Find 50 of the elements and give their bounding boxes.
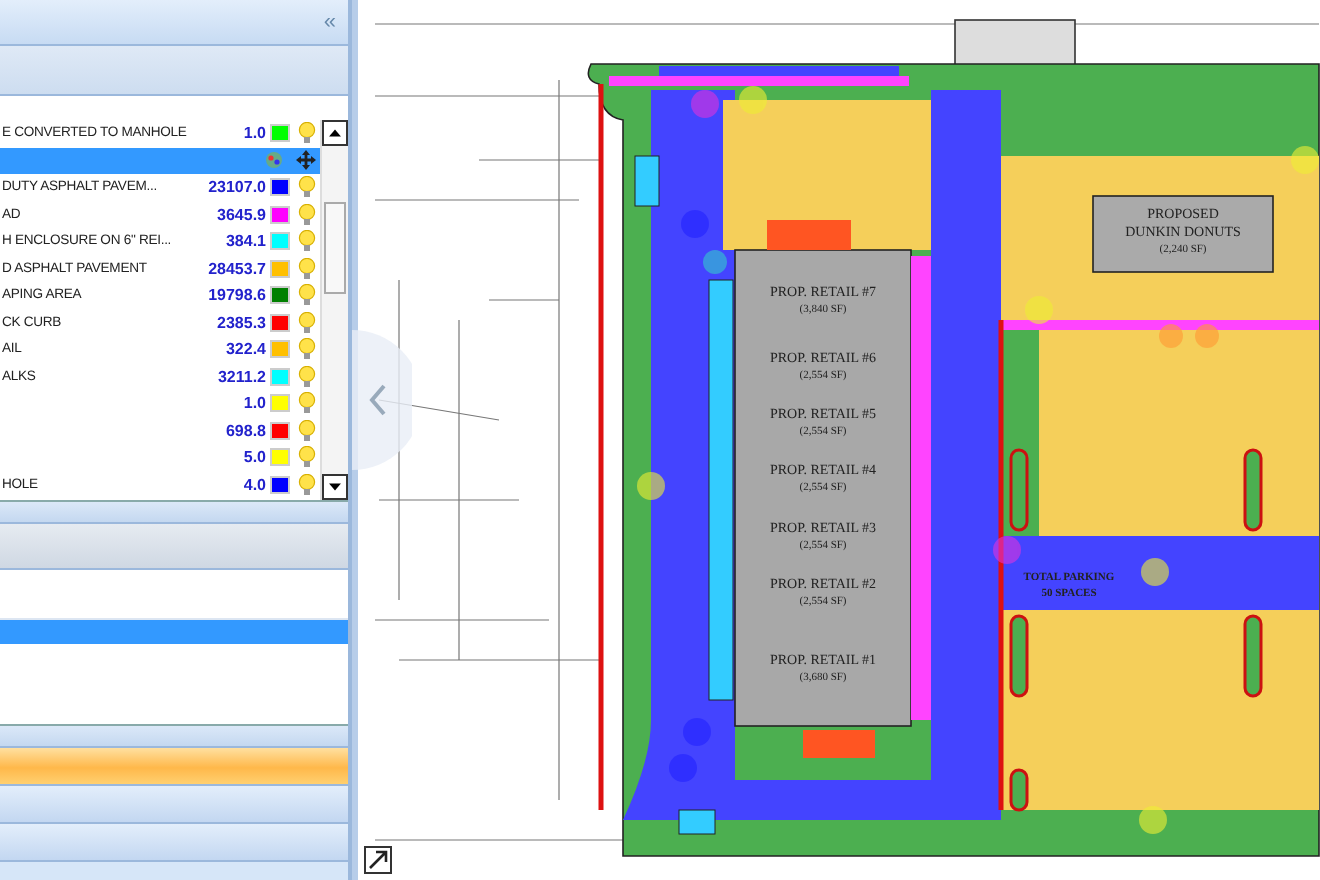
layer-area: 28453.7 — [206, 259, 270, 278]
lightbulb-icon[interactable] — [298, 122, 316, 145]
layer-area: 5.0 — [241, 448, 270, 467]
layer-row[interactable] — [0, 147, 320, 174]
scroll-down-icon[interactable] — [322, 474, 348, 500]
color-swatch[interactable] — [270, 124, 290, 143]
palette-icon[interactable] — [264, 150, 284, 171]
lightbulb-icon[interactable] — [298, 311, 316, 334]
scrollbar[interactable] — [320, 120, 348, 500]
layer-area: 384.1 — [223, 232, 270, 251]
lightbulb-icon[interactable] — [298, 365, 316, 388]
lightbulb-icon[interactable] — [298, 257, 316, 280]
expand-icon[interactable] — [364, 846, 392, 874]
layer-area: 19798.6 — [206, 286, 270, 305]
navigation-bar[interactable] — [0, 786, 348, 824]
layer-row[interactable]: 5.0 — [0, 444, 320, 471]
color-swatch[interactable] — [270, 205, 290, 224]
layer-area: 698.8 — [223, 421, 270, 440]
navigation-bar[interactable] — [0, 748, 348, 786]
color-swatch[interactable] — [270, 421, 290, 440]
color-swatch[interactable] — [270, 340, 290, 359]
lightbulb-icon[interactable] — [298, 419, 316, 442]
layer-area: 3645.9 — [215, 205, 270, 224]
color-swatch[interactable] — [270, 178, 290, 197]
layer-row[interactable]: 1.0 — [0, 390, 320, 417]
layer-area: 2385.3 — [215, 313, 270, 332]
layer-area: 322.4 — [223, 340, 270, 359]
layer-area: 3211.2 — [215, 367, 270, 386]
color-swatch[interactable] — [270, 448, 290, 467]
layer-row[interactable]: 698.8 — [0, 417, 320, 444]
color-swatch[interactable] — [270, 259, 290, 278]
navigation-bar[interactable] — [0, 824, 348, 862]
color-swatch[interactable] — [270, 394, 290, 413]
layer-area: 1.0 — [241, 124, 270, 143]
lightbulb-icon[interactable] — [298, 338, 316, 361]
layer-area: 4.0 — [241, 475, 270, 494]
lightbulb-icon[interactable] — [298, 392, 316, 415]
color-swatch[interactable] — [270, 475, 290, 494]
move-icon[interactable] — [296, 150, 316, 171]
color-swatch[interactable] — [270, 313, 290, 332]
scroll-thumb[interactable] — [324, 202, 346, 294]
color-swatch[interactable] — [270, 232, 290, 251]
splitter-bar[interactable] — [0, 726, 348, 748]
layer-area: 23107.0 — [206, 178, 270, 197]
color-swatch[interactable] — [270, 367, 290, 386]
lightbulb-icon[interactable] — [298, 230, 316, 253]
scroll-up-icon[interactable] — [322, 120, 348, 146]
color-swatch[interactable] — [270, 286, 290, 305]
layer-area: 1.0 — [241, 394, 270, 413]
lightbulb-icon[interactable] — [298, 284, 316, 307]
